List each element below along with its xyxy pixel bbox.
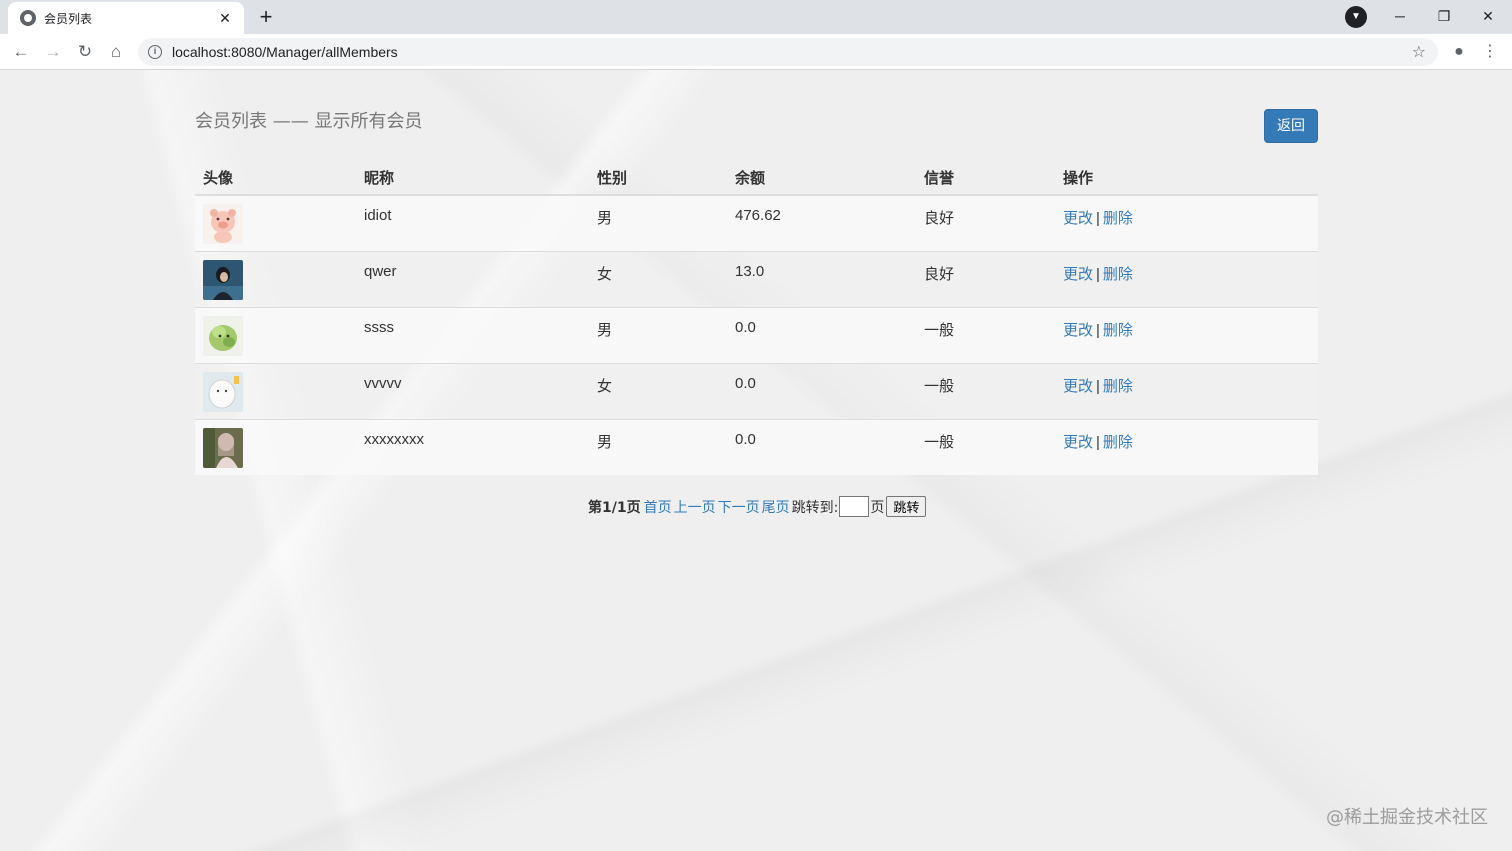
avatar [203, 427, 243, 468]
table-row: idiot 男 476.62 良好 更改 | 删除 [195, 194, 1318, 251]
action-separator: | [1096, 433, 1100, 451]
url-text[interactable]: localhost:8080/Manager/allMembers [172, 44, 1412, 60]
restore-button[interactable]: ❐ [1424, 4, 1464, 28]
avatar-cell [195, 306, 356, 363]
table-row: qwer 女 13.0 良好 更改 | 删除 [195, 250, 1318, 307]
watermark: @稀土掘金技术社区 [1326, 807, 1488, 828]
nickname-cell: idiot [356, 194, 589, 251]
browser-tab[interactable]: 会员列表 ✕ [8, 2, 244, 34]
delete-link[interactable]: 删除 [1103, 321, 1133, 339]
pagination: 第1/1页 首页 上一页 下一页 尾页 跳转到: 页 跳转 [588, 496, 927, 517]
delete-link[interactable]: 删除 [1103, 265, 1133, 283]
jump-button[interactable]: 跳转 [886, 496, 927, 517]
action-separator: | [1096, 265, 1100, 283]
back-button[interactable]: 返回 [1264, 109, 1318, 143]
next-page-link[interactable]: 下一页 [718, 497, 760, 517]
table-row: xxxxxxxx 男 0.0 一般 更改 | 删除 [195, 418, 1318, 475]
prev-page-link[interactable]: 上一页 [674, 497, 716, 517]
balance-cell: 0.0 [727, 418, 916, 475]
header-balance: 余额 [727, 160, 916, 196]
credit-cell: 一般 [916, 418, 1055, 475]
forward-arrow-icon[interactable]: → [39, 38, 67, 66]
delete-link[interactable]: 删除 [1103, 433, 1133, 451]
nickname-cell: qwer [356, 250, 589, 307]
table-row: vvvvv 女 0.0 一般 更改 | 删除 [195, 362, 1318, 419]
star-icon[interactable]: ☆ [1412, 42, 1426, 62]
browser-toolbar: ← → ↻ ⌂ i localhost:8080/Manager/allMemb… [0, 34, 1512, 70]
minimize-button[interactable]: ─ [1380, 4, 1420, 28]
avatar-cell [195, 250, 356, 307]
tab-close-icon[interactable]: ✕ [216, 10, 234, 27]
credit-cell: 良好 [916, 194, 1055, 251]
gender-cell: 女 [589, 362, 727, 419]
balance-cell: 13.0 [727, 250, 916, 307]
address-bar[interactable]: i localhost:8080/Manager/allMembers ☆ [138, 38, 1438, 66]
extension-icon[interactable]: ▼ [1345, 6, 1367, 28]
edit-link[interactable]: 更改 [1063, 321, 1093, 339]
nickname-cell: xxxxxxxx [356, 418, 589, 475]
browser-tab-strip: 会员列表 ✕ + ▼ ─ ❐ ✕ [0, 0, 1512, 34]
avatar [203, 315, 243, 356]
header-nickname: 昵称 [356, 160, 589, 196]
first-page-link[interactable]: 首页 [644, 497, 672, 517]
back-arrow-icon[interactable]: ← [7, 38, 35, 66]
action-separator: | [1096, 210, 1100, 227]
avatar [203, 371, 243, 412]
action-separator: | [1096, 321, 1100, 339]
actions-cell: 更改 | 删除 [1055, 194, 1318, 251]
page-number-input[interactable] [839, 496, 870, 517]
credit-cell: 良好 [916, 250, 1055, 307]
credit-cell: 一般 [916, 306, 1055, 363]
menu-icon[interactable]: ⋮ [1476, 38, 1504, 66]
gender-cell: 男 [589, 194, 727, 251]
avatar-cell [195, 362, 356, 419]
page-status: 第1/1页 [588, 499, 641, 516]
tab-title: 会员列表 [44, 11, 93, 26]
actions-cell: 更改 | 删除 [1055, 306, 1318, 363]
gender-cell: 男 [589, 306, 727, 363]
actions-cell: 更改 | 删除 [1055, 418, 1318, 475]
new-tab-button[interactable]: + [252, 4, 280, 32]
home-icon[interactable]: ⌂ [102, 38, 130, 66]
header-gender: 性别 [589, 160, 727, 196]
profile-icon[interactable]: ● [1445, 38, 1473, 66]
members-table: 头像 昵称 性别 余额 信誉 操作 idiot 男 476.62 良好 更改 |… [195, 160, 1318, 475]
last-page-link[interactable]: 尾页 [762, 497, 790, 517]
favicon-icon [20, 10, 36, 26]
info-icon[interactable]: i [148, 45, 162, 59]
jump-label: 跳转到: [791, 499, 839, 516]
nickname-cell: ssss [356, 306, 589, 363]
page-suffix: 页 [870, 499, 885, 516]
edit-link[interactable]: 更改 [1063, 377, 1093, 395]
actions-cell: 更改 | 删除 [1055, 250, 1318, 307]
action-separator: | [1096, 377, 1100, 395]
edit-link[interactable]: 更改 [1063, 209, 1093, 227]
balance-cell: 476.62 [727, 194, 916, 251]
avatar [203, 259, 243, 300]
delete-link[interactable]: 删除 [1103, 209, 1133, 227]
page-title: 会员列表 —— 显示所有会员 [195, 111, 423, 132]
avatar [203, 204, 243, 244]
table-row: ssss 男 0.0 一般 更改 | 删除 [195, 306, 1318, 363]
header-avatar: 头像 [195, 160, 356, 196]
header-actions: 操作 [1055, 160, 1318, 196]
avatar-cell [195, 194, 356, 251]
gender-cell: 女 [589, 250, 727, 307]
page-body: 会员列表 —— 显示所有会员 返回 头像 昵称 性别 余额 信誉 操作 idio… [0, 70, 1512, 851]
delete-link[interactable]: 删除 [1103, 377, 1133, 395]
edit-link[interactable]: 更改 [1063, 433, 1093, 451]
gender-cell: 男 [589, 418, 727, 475]
credit-cell: 一般 [916, 362, 1055, 419]
balance-cell: 0.0 [727, 362, 916, 419]
header-credit: 信誉 [916, 160, 1055, 196]
avatar-cell [195, 418, 356, 475]
close-window-button[interactable]: ✕ [1468, 4, 1508, 28]
nickname-cell: vvvvv [356, 362, 589, 419]
reload-icon[interactable]: ↻ [71, 38, 99, 66]
balance-cell: 0.0 [727, 306, 916, 363]
table-header-row: 头像 昵称 性别 余额 信誉 操作 [195, 160, 1318, 196]
actions-cell: 更改 | 删除 [1055, 362, 1318, 419]
edit-link[interactable]: 更改 [1063, 265, 1093, 283]
